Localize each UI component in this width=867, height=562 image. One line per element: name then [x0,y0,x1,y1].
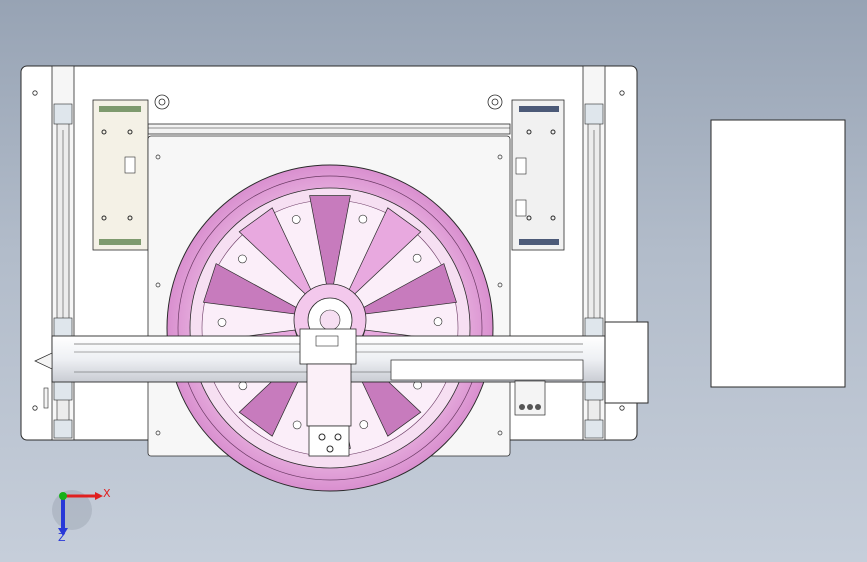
cad-viewport[interactable]: X Z [0,0,867,562]
rim-bolt [238,254,247,264]
motor-housing [604,321,649,404]
rim-bolt [358,214,368,224]
connector-box [514,380,546,416]
rim-bolt [359,420,369,429]
left-clamp-block [92,99,149,251]
assembly-drawing [20,65,846,536]
rim-bolt [433,317,443,326]
rim-bolt [238,381,248,391]
rim-bolt [412,253,422,263]
top-crossbar [147,123,511,135]
x-axis-label: X [103,487,111,500]
right-rail [582,65,606,441]
rim-bolt [292,420,302,430]
right-clamp-block [511,99,565,251]
rim-bolt [217,318,227,327]
side-cabinet [710,119,846,388]
left-rail [51,65,75,441]
z-axis-label: Z [58,531,66,544]
coordinate-triad [52,490,103,536]
rim-bolt [291,215,301,224]
